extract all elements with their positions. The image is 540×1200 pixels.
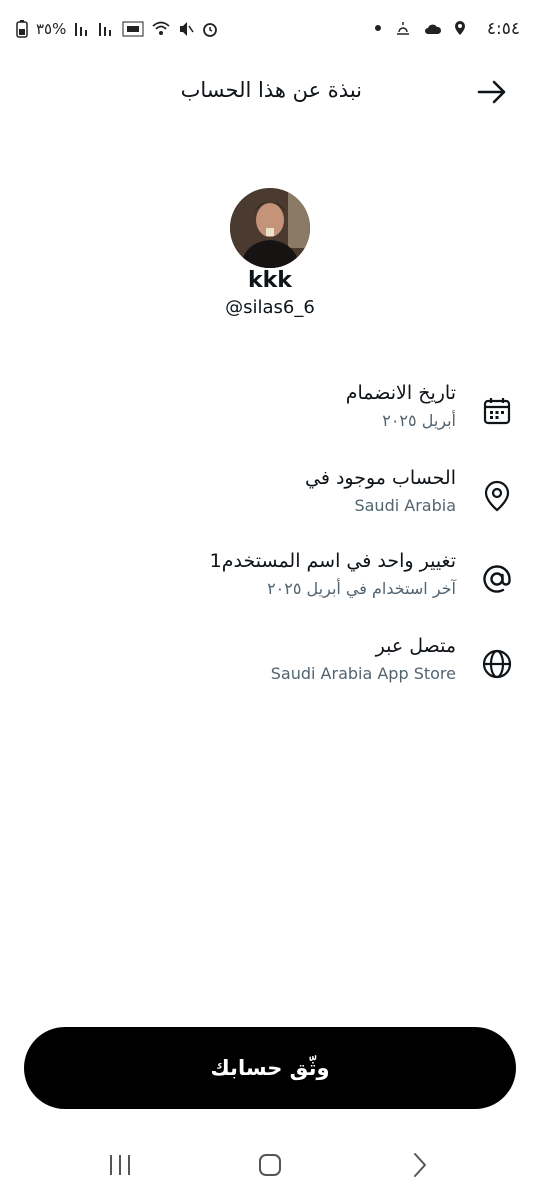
home-icon — [259, 1154, 281, 1176]
detail-row-location: الحساب موجود في Saudi Arabia — [0, 467, 540, 537]
profile-name: kkk — [248, 268, 292, 293]
location-pin-icon — [480, 479, 514, 513]
page-title: نبذة عن هذا الحساب — [180, 78, 362, 102]
system-nav-bar — [0, 1130, 540, 1200]
calendar-icon — [480, 394, 514, 428]
lte-icon — [122, 21, 144, 37]
status-time: ٤:٥٤ — [486, 19, 520, 39]
status-bar: ٣٥% ٤:٥٤ — [0, 0, 540, 62]
at-sign-icon — [480, 562, 514, 596]
weather-icon — [397, 22, 409, 35]
wifi-icon — [152, 21, 170, 35]
globe-icon — [480, 647, 514, 681]
detail-subtitle: Saudi Arabia — [354, 496, 456, 515]
location-status-icon — [455, 21, 465, 35]
battery-percent: ٣٥% — [36, 20, 67, 38]
top-bar: نبذة عن هذا الحساب — [0, 62, 540, 122]
signal-icon-2 — [99, 23, 112, 36]
avatar[interactable] — [230, 188, 310, 268]
detail-row-username-change: تغيير واحد في اسم المستخدم1 آخر استخدام … — [0, 550, 540, 620]
back-nav-button[interactable] — [400, 1148, 440, 1182]
status-left-icons: ٣٥% — [16, 20, 218, 38]
alarm-icon — [203, 23, 218, 37]
recent-apps-icon — [110, 1155, 130, 1175]
back-button[interactable] — [474, 74, 510, 110]
detail-title: الحساب موجود في — [305, 467, 456, 489]
detail-title: تاريخ الانضمام — [345, 382, 456, 404]
chevron-right-icon — [414, 1153, 426, 1177]
verify-account-button[interactable]: وثّق حسابك — [24, 1027, 516, 1109]
detail-title: متصل عبر — [375, 635, 456, 657]
detail-subtitle: Saudi Arabia App Store — [270, 664, 456, 683]
detail-subtitle: آخر استخدام في أبريل ٢٠٢٥ — [267, 579, 456, 598]
detail-title: تغيير واحد في اسم المستخدم1 — [209, 550, 456, 572]
detail-subtitle: أبريل ٢٠٢٥ — [382, 411, 456, 430]
arrow-right-icon — [477, 80, 506, 104]
dot-icon — [375, 25, 381, 31]
detail-row-connected-via: متصل عبر Saudi Arabia App Store — [0, 635, 540, 705]
status-right-icons — [374, 20, 466, 36]
cloud-icon — [425, 24, 442, 34]
signal-icon — [75, 23, 88, 36]
avatar-image — [230, 188, 310, 268]
recent-apps-button[interactable] — [100, 1148, 140, 1182]
battery-icon — [16, 20, 28, 38]
mute-icon — [180, 22, 195, 36]
detail-row-join-date: تاريخ الانضمام أبريل ٢٠٢٥ — [0, 382, 540, 452]
profile-handle: @silas6_6 — [225, 297, 315, 318]
home-button[interactable] — [250, 1148, 290, 1182]
